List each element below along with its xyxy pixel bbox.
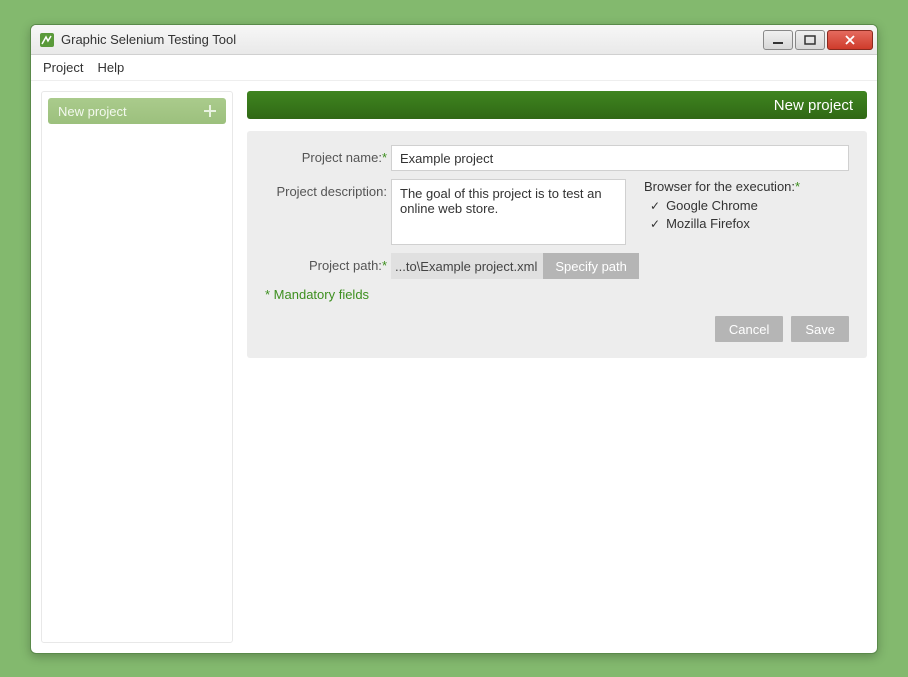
asterisk-icon: *	[382, 258, 387, 273]
maximize-button[interactable]	[795, 30, 825, 50]
browser-label: Google Chrome	[666, 198, 758, 213]
label-project-name: Project name:*	[265, 145, 391, 165]
browser-option-chrome[interactable]: ✓ Google Chrome	[644, 198, 800, 213]
action-buttons: Cancel Save	[265, 316, 849, 342]
menubar: Project Help	[31, 55, 877, 81]
browser-option-firefox[interactable]: ✓ Mozilla Firefox	[644, 216, 800, 231]
project-name-input[interactable]	[391, 145, 849, 171]
window-controls	[763, 30, 873, 50]
panel-title: New project	[774, 97, 853, 114]
checkmark-icon: ✓	[650, 199, 660, 213]
row-project-path: Project path:* ...to\Example project.xml…	[265, 253, 849, 279]
menu-project[interactable]: Project	[43, 60, 83, 75]
label-project-description: Project description:	[265, 179, 391, 199]
plus-icon	[202, 103, 218, 119]
label-project-path: Project path:*	[265, 253, 391, 273]
app-icon	[39, 32, 55, 48]
specify-path-button[interactable]: Specify path	[543, 253, 639, 279]
browser-label: Mozilla Firefox	[666, 216, 750, 231]
sidebar: New project	[41, 91, 233, 643]
titlebar: Graphic Selenium Testing Tool	[31, 25, 877, 55]
asterisk-icon: *	[382, 150, 387, 165]
menu-help[interactable]: Help	[97, 60, 124, 75]
checkmark-icon: ✓	[650, 217, 660, 231]
row-project-name: Project name:*	[265, 145, 849, 171]
row-project-description: Project description: Browser for the exe…	[265, 179, 849, 245]
project-path-display: ...to\Example project.xml	[391, 253, 543, 279]
save-button[interactable]: Save	[791, 316, 849, 342]
minimize-button[interactable]	[763, 30, 793, 50]
main-panel: New project Project name:* Project descr…	[247, 91, 867, 643]
project-description-input[interactable]	[391, 179, 626, 245]
sidebar-new-project-button[interactable]: New project	[48, 98, 226, 124]
asterisk-icon: *	[795, 179, 800, 194]
label-browsers: Browser for the execution:*	[644, 179, 800, 194]
app-window: Graphic Selenium Testing Tool Project He…	[30, 24, 878, 654]
client-area: New project New project Project name:*	[31, 81, 877, 653]
window-title: Graphic Selenium Testing Tool	[61, 32, 763, 47]
panel-body: Project name:* Project description: Brow…	[247, 131, 867, 358]
browsers-group: Browser for the execution:* ✓ Google Chr…	[644, 179, 800, 245]
cancel-button[interactable]: Cancel	[715, 316, 783, 342]
sidebar-new-project-label: New project	[58, 104, 127, 119]
mandatory-fields-note: * Mandatory fields	[265, 287, 849, 302]
panel-header: New project	[247, 91, 867, 119]
close-button[interactable]	[827, 30, 873, 50]
